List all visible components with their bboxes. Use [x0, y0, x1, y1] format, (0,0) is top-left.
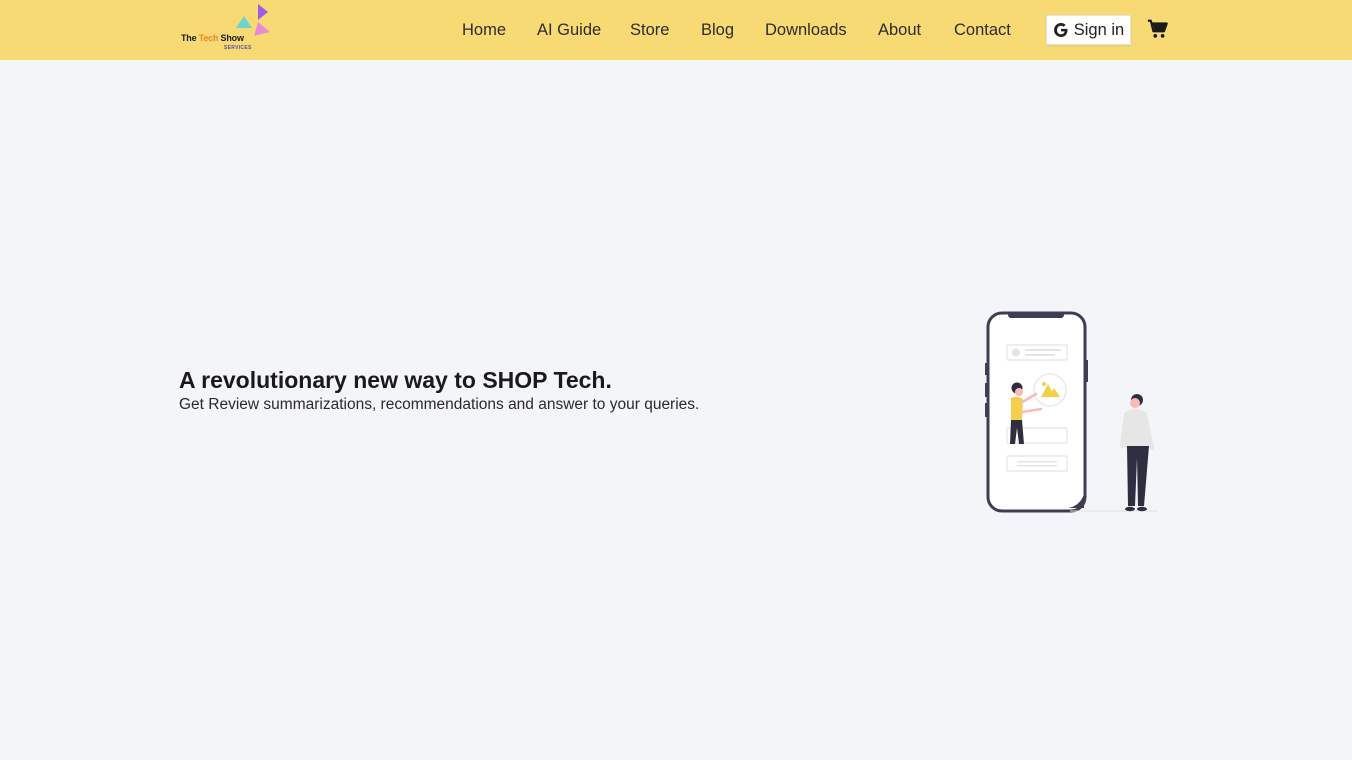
shopping-cart-icon[interactable]	[1147, 18, 1169, 40]
nav-about[interactable]: About	[878, 20, 921, 40]
nav-store[interactable]: Store	[630, 20, 669, 40]
nav-contact[interactable]: Contact	[954, 20, 1011, 40]
hero-subtitle: Get Review summarizations, recommendatio…	[179, 396, 700, 413]
nav-home[interactable]: Home	[462, 20, 506, 40]
google-icon	[1053, 23, 1068, 37]
hero-title: A revolutionary new way to SHOP Tech.	[179, 367, 612, 393]
sign-in-button[interactable]: Sign in	[1046, 15, 1131, 45]
nav-blog[interactable]: Blog	[701, 20, 734, 40]
navbar: The Tech Show SERVICES Home AI Guide Sto…	[0, 0, 1352, 60]
nav-ai-guide[interactable]: AI Guide	[537, 20, 601, 40]
sign-in-label: Sign in	[1073, 20, 1125, 39]
phone-people-illustration	[985, 311, 1158, 513]
nav-downloads[interactable]: Downloads	[765, 20, 847, 40]
